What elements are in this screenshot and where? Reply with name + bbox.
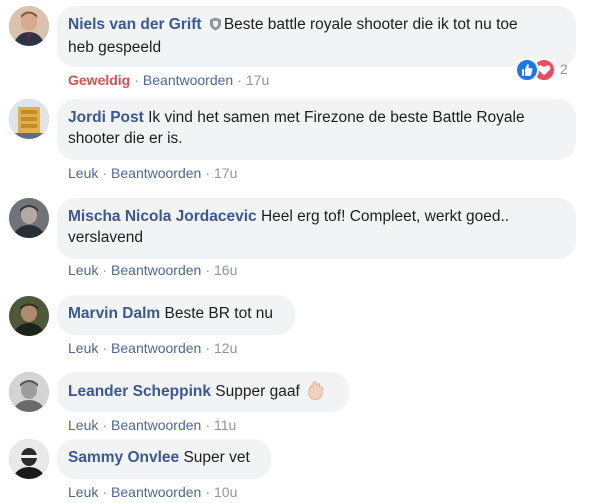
separator: · — [205, 484, 210, 500]
separator: · — [102, 165, 108, 181]
like-button[interactable]: Leuk — [68, 165, 98, 181]
separator: · — [102, 484, 108, 500]
comment-actions: Leuk · Beantwoorden · 12u — [68, 340, 237, 356]
shield-icon — [209, 16, 222, 37]
comment-bubble: Leander Scheppink Supper gaaf — [57, 372, 349, 412]
comment-actions: Leuk · Beantwoorden · 10u — [68, 484, 237, 500]
like-button[interactable]: Leuk — [68, 262, 98, 278]
reaction-button[interactable]: Geweldig — [68, 72, 130, 88]
timestamp[interactable]: 10u — [214, 484, 237, 500]
separator: · — [102, 417, 108, 433]
avatar[interactable] — [9, 372, 49, 412]
comment-text: heb gespeeld — [68, 39, 162, 56]
comment-actions: Leuk · Beantwoorden · 11u — [68, 417, 236, 433]
separator: · — [102, 262, 108, 278]
avatar[interactable] — [9, 296, 49, 336]
reply-button[interactable]: Beantwoorden — [111, 484, 201, 500]
comment-bubble: Marvin Dalm Beste BR tot nu — [57, 295, 295, 335]
comment-bubble: Jordi Post Ik vind het samen met Firezon… — [57, 99, 576, 160]
reply-button[interactable]: Beantwoorden — [111, 417, 201, 433]
comment-text: Beste BR tot nu — [164, 305, 274, 322]
separator: · — [134, 72, 139, 88]
separator: · — [205, 165, 210, 181]
like-reaction-icon — [515, 58, 539, 82]
author-name[interactable]: Leander Scheppink — [68, 383, 211, 400]
author-name[interactable]: Niels van der Grift — [68, 16, 202, 33]
avatar-image — [9, 439, 49, 479]
comment-text: Beste battle royale shooter die ik tot n… — [223, 16, 518, 33]
separator: · — [237, 72, 242, 88]
reaction-summary[interactable]: 2 — [515, 57, 583, 83]
timestamp[interactable]: 16u — [214, 262, 237, 278]
separator: · — [205, 340, 210, 356]
comment-bubble: Sammy Onvlee Super vet — [57, 439, 271, 479]
avatar[interactable] — [9, 198, 49, 238]
separator: · — [205, 262, 210, 278]
comment-text: Ik vind het samen met Firezone de beste … — [148, 109, 525, 126]
author-name[interactable]: Marvin Dalm — [68, 305, 160, 322]
timestamp[interactable]: 11u — [214, 417, 236, 433]
avatar[interactable] — [9, 99, 49, 139]
avatar-image — [9, 99, 49, 139]
avatar-image — [9, 6, 49, 46]
comment-text: Super vet — [183, 449, 250, 466]
reply-button[interactable]: Beantwoorden — [111, 262, 201, 278]
comment-actions: Geweldig · Beantwoorden · 17u — [68, 72, 269, 88]
reply-button[interactable]: Beantwoorden — [143, 72, 233, 88]
timestamp[interactable]: 12u — [214, 340, 237, 356]
comment-text: verslavend — [68, 229, 143, 246]
avatar-image — [9, 372, 49, 412]
avatar-image — [9, 198, 49, 238]
timestamp[interactable]: 17u — [246, 72, 269, 88]
avatar[interactable] — [9, 6, 49, 46]
comment-actions: Leuk · Beantwoorden · 17u — [68, 165, 237, 181]
separator: · — [102, 340, 108, 356]
timestamp[interactable]: 17u — [214, 165, 237, 181]
comment-bubble: Niels van der Grift Beste battle royale … — [57, 6, 576, 67]
reply-button[interactable]: Beantwoorden — [111, 340, 201, 356]
ok-hand-emoji-icon — [307, 380, 325, 406]
author-name[interactable]: Jordi Post — [68, 109, 144, 126]
like-button[interactable]: Leuk — [68, 484, 98, 500]
avatar-image — [9, 296, 49, 336]
avatar[interactable] — [9, 439, 49, 479]
comment-text: Supper gaaf — [215, 383, 300, 400]
comment-text: shooter die er is. — [68, 130, 183, 147]
author-name[interactable]: Sammy Onvlee — [68, 449, 179, 466]
reply-button[interactable]: Beantwoorden — [111, 165, 201, 181]
comment-bubble: Mischa Nicola Jordacevic Heel erg tof! C… — [57, 198, 576, 259]
like-button[interactable]: Leuk — [68, 340, 98, 356]
author-name[interactable]: Mischa Nicola Jordacevic — [68, 208, 257, 225]
separator: · — [205, 417, 210, 433]
reaction-count[interactable]: 2 — [560, 61, 568, 77]
comment-text: Heel erg tof! Compleet, werkt goed.. — [260, 208, 510, 225]
like-button[interactable]: Leuk — [68, 417, 98, 433]
comment-actions: Leuk · Beantwoorden · 16u — [68, 262, 237, 278]
